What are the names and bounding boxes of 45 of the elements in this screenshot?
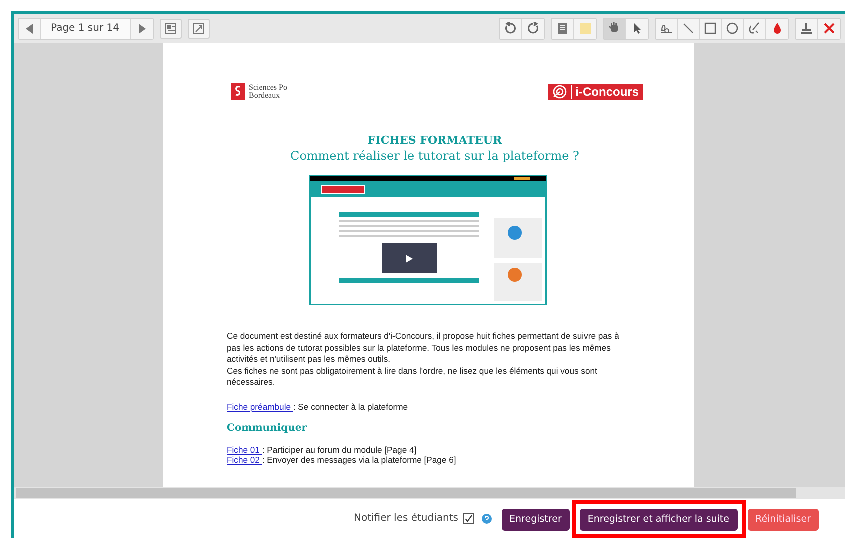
- circle-icon: [726, 22, 739, 35]
- highlighter-icon: [578, 22, 592, 35]
- fiche-description: : Se connecter à la plateforme: [293, 402, 408, 412]
- stamp-tool[interactable]: [796, 18, 818, 38]
- fiche-description: : Envoyer des messages via la plateforme [Page 6]: [262, 454, 456, 464]
- document-subtitle: Comment réaliser le tutorat sur la plateforme ?: [290, 149, 580, 163]
- thumbnail-page-icon: [164, 22, 176, 34]
- hand-tool[interactable]: [604, 18, 626, 38]
- paragraph: Ces fiches ne sont pas obligatoirement à lire dans l'ordre, ne lisez que les éléments qui vous sont nécessaires.: [227, 366, 598, 388]
- thumbnails-button[interactable]: [160, 18, 182, 38]
- hand-icon: [608, 22, 621, 35]
- note-tool[interactable]: [552, 18, 574, 38]
- previous-page-button[interactable]: [19, 18, 41, 38]
- signature-tool[interactable]: [656, 18, 678, 38]
- signature-icon: [660, 22, 673, 35]
- fit-page-icon: [192, 22, 204, 34]
- sciences-po-logo-icon: [231, 83, 245, 100]
- line-icon: [682, 22, 695, 35]
- target-icon: [552, 84, 568, 98]
- paragraph: Ce document est destiné aux formateurs d'i-Concours, il propose huit fiches permettant de suivre pas à pas les actions de tutorat possibles sur la plateforme. Tous les modules ne proposent pas les mêmes activités et n'utilisent pas les mêmes outils.: [227, 331, 620, 366]
- rotate-left-icon: [504, 22, 517, 35]
- horizontal-scrollbar[interactable]: [14, 487, 845, 499]
- fiche-link[interactable]: Fiche préambule: [227, 402, 294, 412]
- close-icon: [822, 22, 836, 35]
- left-triangle-icon: [24, 22, 36, 34]
- fiche-description: : Participer au forum du module [Page 4]: [262, 444, 417, 454]
- stamp-icon: [800, 22, 813, 35]
- i-concours-logo: i-Concours: [548, 84, 643, 100]
- rotate-right-icon: [526, 22, 540, 35]
- rotate-left-tool[interactable]: [500, 18, 522, 38]
- fiche-link[interactable]: Fiche 01: [227, 444, 262, 454]
- page-field[interactable]: Page 1 sur 14: [41, 18, 130, 38]
- notify-label: Notifier les étudiants: [354, 513, 458, 524]
- save-button[interactable]: Enregistrer et afficher la suite: [580, 508, 738, 530]
- save-button[interactable]: Enregistrer: [502, 508, 570, 530]
- pen-icon: [748, 22, 761, 35]
- fit-page-button[interactable]: [188, 18, 210, 38]
- logo-text: Sciences Po Bordeaux: [249, 84, 288, 100]
- document-title: FICHES FORMATEUR: [366, 134, 504, 147]
- note-icon: [556, 22, 569, 35]
- help-icon[interactable]: [482, 514, 492, 524]
- section-heading: Communiquer: [227, 422, 308, 434]
- rectangle-icon: [704, 22, 717, 35]
- notify-checkbox[interactable]: [462, 513, 474, 524]
- fiche-link[interactable]: Fiche 02: [227, 454, 262, 464]
